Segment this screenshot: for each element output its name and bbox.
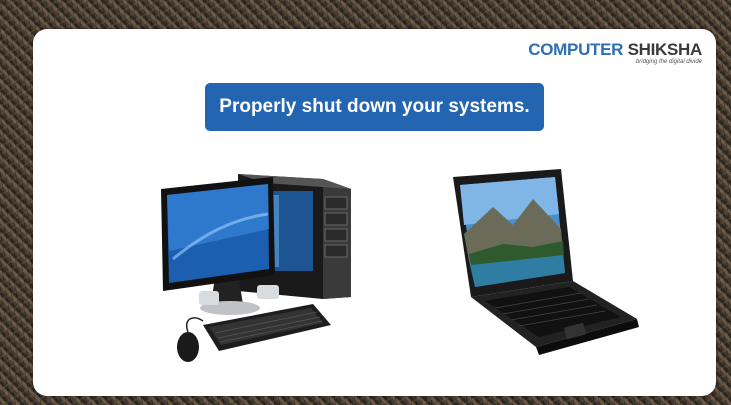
desktop-computer-icon: [161, 174, 351, 362]
slide-panel: COMPUTER SHIKSHA bridging the digital di…: [33, 29, 716, 396]
laptop-icon: [453, 169, 639, 355]
